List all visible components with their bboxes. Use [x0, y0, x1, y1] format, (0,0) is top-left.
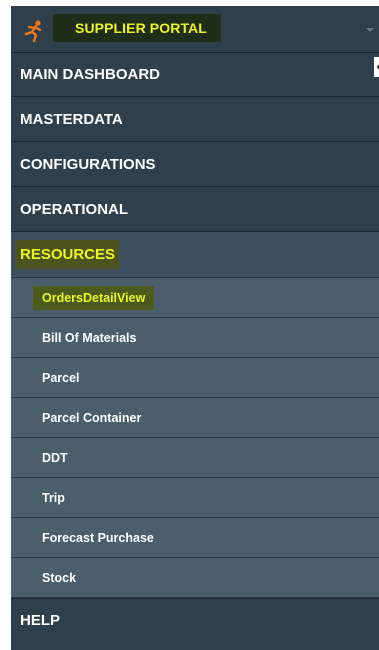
submenu-item-ddt[interactable]: DDT: [11, 438, 379, 478]
submenu-item-parcel[interactable]: Parcel: [11, 358, 379, 398]
submenu-item-label: OrdersDetailView: [33, 285, 155, 310]
submenu-item-trip[interactable]: Trip: [11, 478, 379, 518]
menu-item-help[interactable]: HELP: [11, 598, 379, 641]
main-menu: MAIN DASHBOARD MASTERDATA CONFIGURATIONS…: [11, 52, 379, 232]
resources-submenu: OrdersDetailView Bill Of Materials Parce…: [11, 278, 379, 598]
submenu-item-bill-of-materials[interactable]: Bill Of Materials: [11, 318, 379, 358]
menu-item-resources[interactable]: RESOURCES: [11, 232, 379, 278]
menu-item-operational[interactable]: OPERATIONAL: [11, 187, 379, 232]
runner-icon: [24, 20, 42, 43]
submenu-item-orders-detail-view[interactable]: OrdersDetailView: [11, 278, 379, 318]
brand-title-box: SUPPLIER PORTAL: [53, 14, 221, 42]
brand-title: SUPPLIER PORTAL: [75, 20, 207, 36]
menu-item-configurations[interactable]: CONFIGURATIONS: [11, 142, 379, 187]
menu-item-masterdata[interactable]: MASTERDATA: [11, 97, 379, 142]
caret-down-icon[interactable]: [365, 26, 375, 34]
sidebar-nav: SUPPLIER PORTAL MAIN DASHBOARD MASTERDAT…: [11, 6, 379, 650]
chevron-left-icon[interactable]: [374, 57, 379, 77]
submenu-item-parcel-container[interactable]: Parcel Container: [11, 398, 379, 438]
submenu-item-forecast-purchase[interactable]: Forecast Purchase: [11, 518, 379, 558]
submenu-item-stock[interactable]: Stock: [11, 558, 379, 598]
brand-header[interactable]: SUPPLIER PORTAL: [11, 6, 379, 52]
resources-label: RESOURCES: [16, 240, 120, 269]
menu-item-main-dashboard[interactable]: MAIN DASHBOARD: [11, 52, 379, 97]
